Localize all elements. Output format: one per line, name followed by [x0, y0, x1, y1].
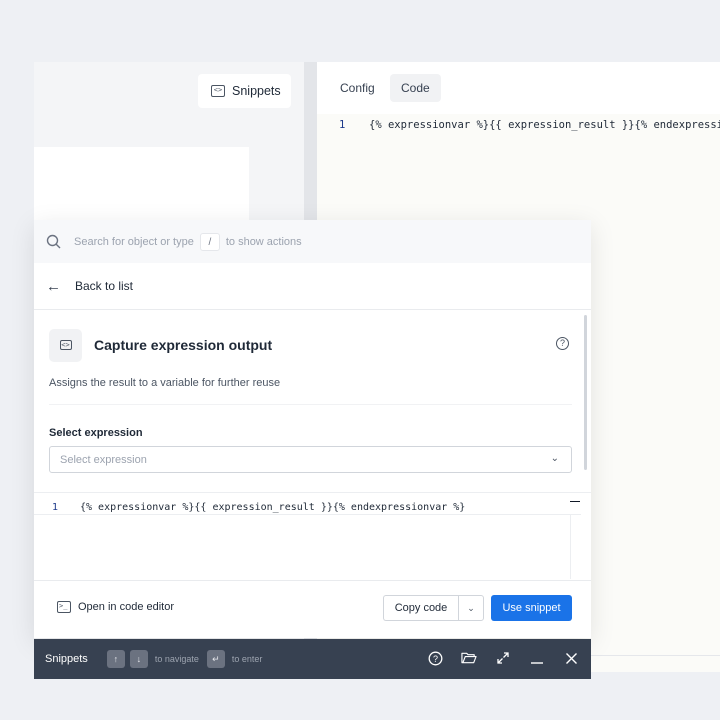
code-text: {% expressionvar %}{{ expression_result … [369, 119, 720, 131]
divider [34, 492, 591, 493]
search-icon [46, 234, 61, 248]
snippets-bottom-bar: Snippets ↑ ↓ to navigate ↵ to enter ? [34, 639, 591, 679]
select-placeholder: Select expression [60, 453, 147, 466]
search-bar[interactable]: Search for object or type / to show acti… [34, 220, 591, 263]
enter-key-icon: ↵ [206, 650, 225, 668]
close-icon[interactable] [563, 650, 579, 666]
scrollbar[interactable] [584, 315, 587, 470]
folder-open-icon[interactable] [461, 650, 477, 666]
help-icon[interactable]: ? [427, 650, 443, 666]
code-icon: <> [59, 340, 72, 350]
search-placeholder-suffix: to show actions [225, 235, 302, 248]
text-cursor [570, 501, 580, 502]
expand-icon[interactable] [495, 650, 511, 666]
tabs-bar: Config Code [317, 62, 720, 114]
select-expression-label: Select expression [49, 427, 143, 439]
chevron-down-icon: ⌄ [550, 453, 559, 464]
open-in-code-editor-button[interactable]: >_ Open in code editor [57, 601, 174, 613]
copy-code-button[interactable]: Copy code [383, 595, 458, 621]
editor-gutter-line [570, 515, 571, 579]
snippets-panel: Search for object or type / to show acti… [34, 220, 591, 638]
minimize-icon[interactable] [529, 650, 545, 666]
snippet-code-line[interactable]: 1 {% expressionvar %}{{ expression_result… [34, 500, 581, 515]
svg-text:?: ? [432, 654, 437, 664]
copy-options-dropdown[interactable]: ⌄ [458, 595, 484, 621]
left-pane-block [34, 147, 249, 222]
snippets-button[interactable]: <> Snippets [198, 74, 291, 108]
use-snippet-button[interactable]: Use snippet [491, 595, 572, 621]
chevron-down-icon: ⌄ [467, 603, 475, 613]
help-icon[interactable]: ? [556, 337, 569, 350]
snippet-title: Capture expression output [94, 337, 273, 353]
tab-config[interactable]: Config [329, 74, 386, 102]
divider [49, 404, 572, 405]
arrow-down-icon: ↓ [129, 650, 148, 668]
search-placeholder: Search for object or type [74, 235, 194, 248]
code-text: {% expressionvar %}{{ expression_result … [80, 502, 466, 513]
slash-key: / [199, 232, 220, 251]
snippet-detail: <> Capture expression output ? Assigns t… [34, 311, 591, 579]
bottom-bar-title: Snippets [45, 653, 88, 665]
tab-code[interactable]: Code [390, 74, 441, 102]
bottom-bar-actions: ? [427, 650, 579, 666]
snippet-icon: <> [49, 328, 82, 362]
navigate-hint: to navigate [154, 654, 199, 664]
snippet-header: <> Capture expression output ? [49, 328, 569, 362]
back-to-list-link[interactable]: ← Back to list [34, 263, 591, 310]
line-number: 1 [52, 502, 59, 513]
code-editor-line[interactable]: 1 {% expressionvar %}{{ expression_result… [317, 114, 720, 136]
snippet-description: Assigns the result to a variable for fur… [49, 377, 281, 389]
open-editor-label: Open in code editor [78, 601, 175, 613]
snippets-button-label: Snippets [232, 84, 281, 98]
arrow-left-icon: ← [46, 277, 61, 295]
panel-footer: >_ Open in code editor Copy code ⌄ Use s… [34, 580, 591, 638]
code-icon: <> [211, 85, 225, 97]
line-number: 1 [339, 119, 346, 131]
back-label: Back to list [75, 279, 134, 293]
terminal-icon: >_ [57, 601, 71, 613]
enter-hint: to enter [231, 654, 263, 664]
select-expression-dropdown[interactable]: Select expression ⌄ [49, 446, 572, 473]
arrow-up-icon: ↑ [106, 650, 125, 668]
